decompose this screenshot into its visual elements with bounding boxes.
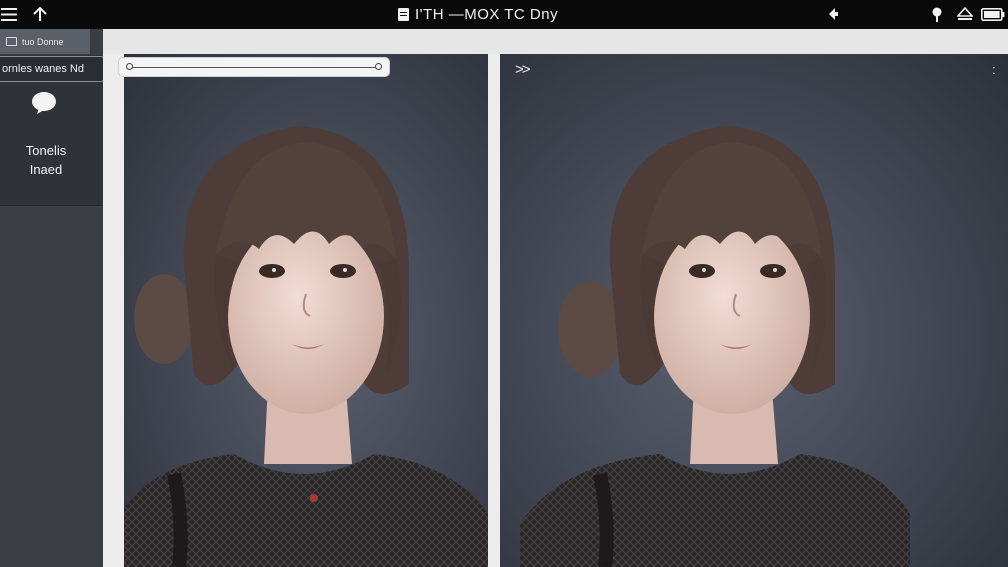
sidebar-caption: Tonelis Inaed [0,141,92,179]
sidebar-tab-label: tuo Donne [22,36,64,47]
slider-start-knob[interactable] [126,63,133,70]
comparison-slider[interactable] [118,57,390,77]
menu-icon[interactable] [0,4,18,24]
toolbar-strip [90,29,1008,54]
sidebar-text-field[interactable]: ornles wanes Nd [0,56,104,82]
tab-icon [6,37,17,46]
sidebar-caption-line1: Tonelis [25,143,67,158]
sidebar-caption-line2: Inaed [29,162,63,177]
back-arrow-icon[interactable] [824,4,842,24]
forward-button[interactable]: >> [515,61,530,78]
eject-icon[interactable] [956,4,974,24]
sidebar-tab[interactable]: tuo Donne [0,29,90,54]
divider-middle [488,54,500,567]
window-title-text: I'TH —MOX TC Dny [415,6,559,23]
image-panel-right[interactable] [500,54,1008,567]
battery-icon [980,4,1006,24]
sidebar-field-value: ornles wanes Nd [2,63,84,75]
slider-track [131,67,377,68]
portrait-image-right [500,54,1008,567]
divider-left [103,54,124,567]
more-options-button[interactable]: : [992,62,996,77]
window-title: I'TH —MOX TC Dny [398,5,558,24]
pin-icon[interactable] [929,4,945,24]
slider-end-knob[interactable] [375,63,382,70]
portrait-image-left [124,54,488,567]
arrow-up-icon[interactable] [31,4,49,24]
document-icon [398,8,409,21]
image-panel-left[interactable] [124,54,488,567]
speech-bubble-icon[interactable] [31,91,57,115]
title-bar: I'TH —MOX TC Dny [0,0,1008,29]
